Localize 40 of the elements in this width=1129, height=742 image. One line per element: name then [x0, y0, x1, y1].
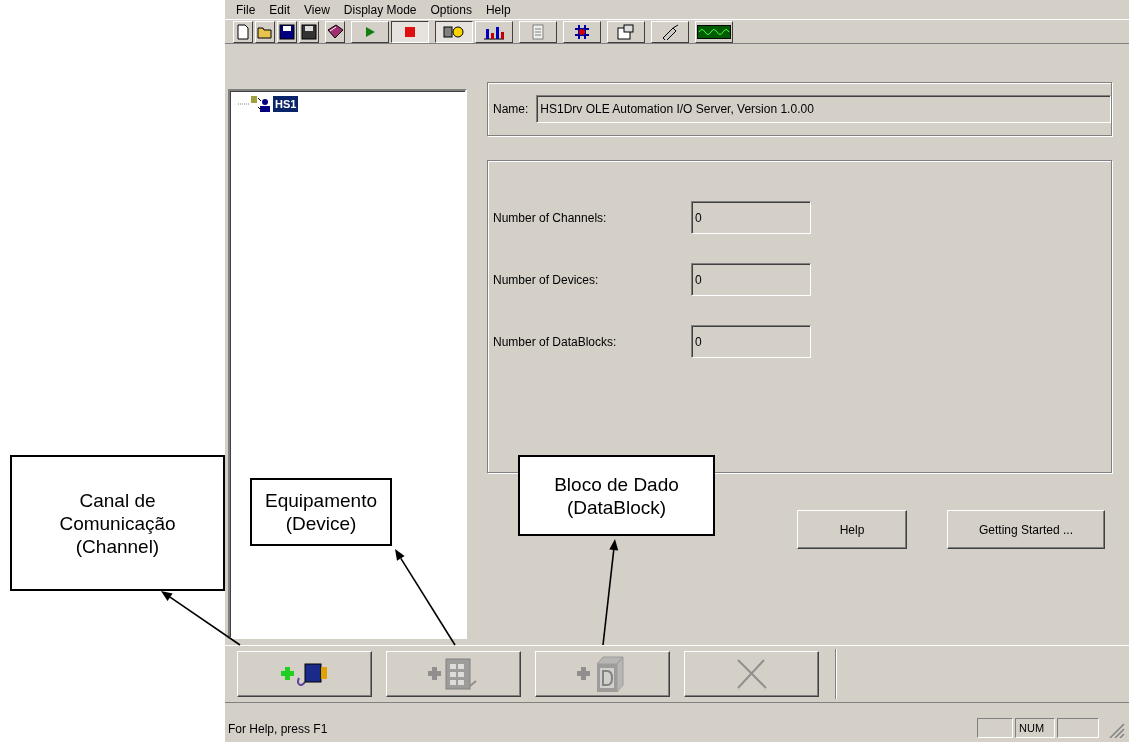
callout: Canal de Comunicação (Channel)	[10, 455, 225, 591]
count-field[interactable]: 0	[691, 201, 811, 234]
count-field[interactable]: 0	[691, 325, 811, 358]
status-text: For Help, press F1	[228, 721, 329, 738]
tools-icon	[442, 23, 466, 40]
status-panel	[977, 718, 1013, 738]
server-icon	[238, 95, 270, 113]
channel-button[interactable]	[237, 651, 372, 697]
network-icon	[573, 22, 591, 41]
stop-icon	[404, 25, 416, 38]
book-icon	[326, 23, 344, 40]
menu-item[interactable]: Help	[478, 0, 518, 19]
play-icon	[364, 25, 376, 38]
document-icon	[530, 23, 546, 40]
toolbar-button[interactable]	[391, 20, 429, 43]
count-field[interactable]: 0	[691, 263, 811, 296]
field-label: Number of DataBlocks:	[493, 333, 618, 351]
menu-item[interactable]: Options	[423, 0, 479, 19]
callout: Equipamento (Device)	[250, 478, 392, 546]
save-icon	[279, 23, 295, 40]
field-label: Number of Channels:	[493, 209, 608, 227]
tree-item[interactable]: HS1	[273, 95, 299, 113]
getting-started-button[interactable]: Getting Started ...	[947, 510, 1105, 549]
save-icon	[301, 23, 317, 40]
name-label: Name:	[493, 101, 529, 118]
help-button[interactable]: Help	[797, 510, 907, 549]
probe-icon	[660, 23, 680, 40]
new-file-icon	[235, 23, 251, 40]
menu-item[interactable]: Display Mode	[336, 0, 424, 19]
callout: Bloco de Dado (DataBlock)	[518, 455, 715, 536]
field-label: Number of Devices:	[493, 271, 600, 289]
status-indicator: NUM	[1015, 718, 1055, 738]
toolbar-button[interactable]	[435, 20, 473, 43]
waveform-icon	[697, 24, 731, 39]
properties-icon	[617, 23, 635, 40]
menu-item[interactable]: File	[229, 0, 263, 19]
menu-item[interactable]: View	[297, 0, 337, 19]
name-field[interactable]: HS1Drv OLE Automation I/O Server, Version 1.0.00	[536, 95, 1111, 123]
menu-item[interactable]: Edit	[262, 0, 298, 19]
status-panel	[1057, 718, 1099, 738]
